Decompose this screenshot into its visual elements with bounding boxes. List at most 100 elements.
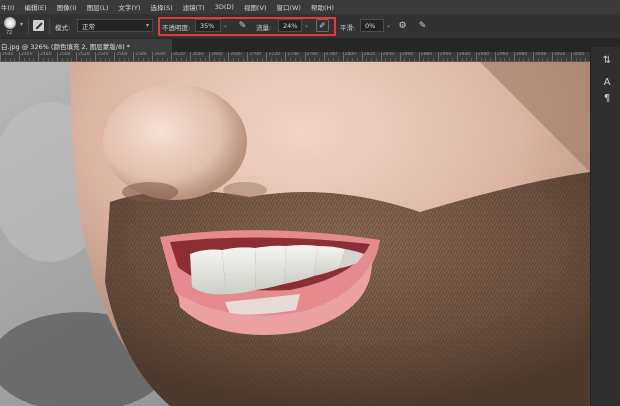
menu-window[interactable]: 窗口(W) bbox=[271, 2, 306, 12]
ruler-tick-label: 2800 bbox=[342, 52, 356, 61]
ruler-tick-label: 2960 bbox=[494, 52, 508, 61]
ruler-tick-label: 3020 bbox=[551, 52, 565, 61]
ruler-minor-tick bbox=[218, 58, 220, 61]
ruler-minor-tick bbox=[147, 58, 149, 61]
horizontal-ruler[interactable]: 2640 2460 2480 2500 2520 2540 2560 2580 2600 2620… bbox=[0, 52, 590, 62]
panel-grip[interactable] bbox=[591, 39, 620, 47]
airbrush-icon[interactable]: ✐ bbox=[316, 19, 329, 32]
gear-icon[interactable]: ⚙ bbox=[396, 19, 409, 32]
menu-edit[interactable]: 编辑(E) bbox=[20, 2, 52, 12]
ruler-tick-label: 2600 bbox=[152, 52, 166, 61]
ruler-minor-tick bbox=[337, 58, 339, 61]
opacity-input[interactable]: 35% bbox=[195, 19, 221, 32]
ruler-minor-tick bbox=[71, 58, 73, 61]
mode-label: 模式: bbox=[55, 24, 71, 32]
ruler-minor-tick bbox=[33, 58, 35, 61]
ruler-tick-label: 2940 bbox=[475, 52, 489, 61]
ruler-minor-tick bbox=[4, 58, 6, 61]
ruler-minor-tick bbox=[90, 58, 92, 61]
smoothing-dropdown-icon[interactable]: ⌄ bbox=[384, 19, 393, 32]
ruler-minor-tick bbox=[299, 58, 301, 61]
menu-filter[interactable]: 滤镜(T) bbox=[178, 2, 210, 12]
brush-panel-icon[interactable]: ⇅ bbox=[600, 53, 614, 67]
ruler-tick-label: 2900 bbox=[437, 52, 451, 61]
ruler-tick-label: 2660 bbox=[209, 52, 223, 61]
ruler-minor-tick bbox=[233, 58, 235, 61]
ruler-tick-label: 2580 bbox=[133, 52, 147, 61]
brush-size-value: 72 bbox=[6, 30, 13, 36]
ruler-minor-tick bbox=[123, 58, 125, 61]
ruler-tick-label: 2640 bbox=[0, 52, 13, 61]
brush-preset-dropdown-icon[interactable]: ▾ bbox=[20, 21, 23, 28]
ruler-tick-label: 2520 bbox=[76, 52, 90, 61]
image-canvas[interactable] bbox=[0, 62, 590, 406]
size-pressure-icon[interactable]: ✎ bbox=[416, 19, 429, 32]
menu-view[interactable]: 视图(V) bbox=[239, 2, 272, 12]
opacity-value: 35% bbox=[200, 21, 215, 30]
character-panel-icon[interactable]: A bbox=[600, 75, 614, 89]
ruler-minor-tick bbox=[523, 58, 525, 61]
ruler-minor-tick bbox=[375, 58, 377, 61]
mode-value: 正常 bbox=[82, 22, 95, 31]
ruler-minor-tick bbox=[166, 58, 168, 61]
ruler-minor-tick bbox=[80, 58, 82, 61]
ruler-minor-tick bbox=[314, 58, 316, 61]
ruler-minor-tick bbox=[333, 58, 335, 61]
ruler-minor-tick bbox=[223, 58, 225, 61]
chevron-down-icon: ▾ bbox=[145, 22, 149, 29]
smoothing-input[interactable]: 0% bbox=[360, 19, 384, 32]
menu-3d[interactable]: 3D(D) bbox=[210, 3, 239, 11]
ruler-minor-tick bbox=[195, 58, 197, 61]
ruler-minor-tick bbox=[47, 58, 49, 61]
ruler-minor-tick bbox=[575, 58, 577, 61]
opacity-dropdown-icon[interactable]: ⌄ bbox=[221, 19, 230, 32]
ruler-tick-label: 2860 bbox=[399, 52, 413, 61]
ruler-minor-tick bbox=[61, 58, 63, 61]
ruler-minor-tick bbox=[204, 58, 206, 61]
ruler-minor-tick bbox=[409, 58, 411, 61]
pen-pressure-icon[interactable]: ✎ bbox=[236, 19, 249, 32]
ruler-minor-tick bbox=[442, 58, 444, 61]
opacity-label: 不透明度: bbox=[162, 24, 191, 32]
ruler-minor-tick bbox=[9, 58, 11, 61]
ruler-minor-tick bbox=[85, 58, 87, 61]
ruler-tick-label: 2780 bbox=[323, 52, 337, 61]
ruler-minor-tick bbox=[128, 58, 130, 61]
flow-input[interactable]: 24% bbox=[278, 19, 302, 32]
flow-value: 24% bbox=[283, 21, 298, 30]
ruler-minor-tick bbox=[356, 58, 358, 61]
ruler-minor-tick bbox=[366, 58, 368, 61]
ruler-minor-tick bbox=[447, 58, 449, 61]
ruler-minor-tick bbox=[542, 58, 544, 61]
ruler-tick-label: 2700 bbox=[247, 52, 261, 61]
menu-file[interactable]: 牛(I) bbox=[0, 2, 20, 12]
menu-select[interactable]: 选择(S) bbox=[145, 2, 177, 12]
ruler-minor-tick bbox=[161, 58, 163, 61]
ruler-minor-tick bbox=[452, 58, 454, 61]
ruler-minor-tick bbox=[104, 58, 106, 61]
ruler-tick-label: 2740 bbox=[285, 52, 299, 61]
ruler-minor-tick bbox=[180, 58, 182, 61]
ruler-minor-tick bbox=[214, 58, 216, 61]
menu-help[interactable]: 帮助(H) bbox=[306, 2, 339, 12]
ruler-minor-tick bbox=[23, 58, 25, 61]
ruler-tick-label: 2980 bbox=[513, 52, 527, 61]
ruler-minor-tick bbox=[466, 58, 468, 61]
ruler-minor-tick bbox=[252, 58, 254, 61]
flow-dropdown-icon[interactable]: ⌄ bbox=[302, 19, 311, 32]
ruler-minor-tick bbox=[428, 58, 430, 61]
mode-select[interactable]: 正常 ▾ bbox=[77, 19, 153, 32]
ruler-minor-tick bbox=[385, 58, 387, 61]
menu-type[interactable]: 文字(Y) bbox=[113, 2, 145, 12]
document-tab[interactable]: 白.jpg @ 326% (颜色填充 2, 图层蒙版/8) * bbox=[0, 39, 172, 52]
ruler-minor-tick bbox=[432, 58, 434, 61]
brush-settings-icon[interactable] bbox=[33, 20, 44, 31]
soft-round-brush-icon[interactable] bbox=[4, 17, 16, 29]
divider bbox=[28, 18, 29, 34]
ruler-minor-tick bbox=[371, 58, 373, 61]
menu-image[interactable]: 图像(I) bbox=[52, 2, 82, 12]
menu-bar: 牛(I) 编辑(E) 图像(I) 图层(L) 文字(Y) 选择(S) 滤镜(T)… bbox=[0, 0, 620, 14]
paragraph-panel-icon[interactable]: ¶ bbox=[600, 91, 614, 105]
menu-layer[interactable]: 图层(L) bbox=[82, 2, 114, 12]
ruler-tick-label: 3040 bbox=[570, 52, 584, 61]
